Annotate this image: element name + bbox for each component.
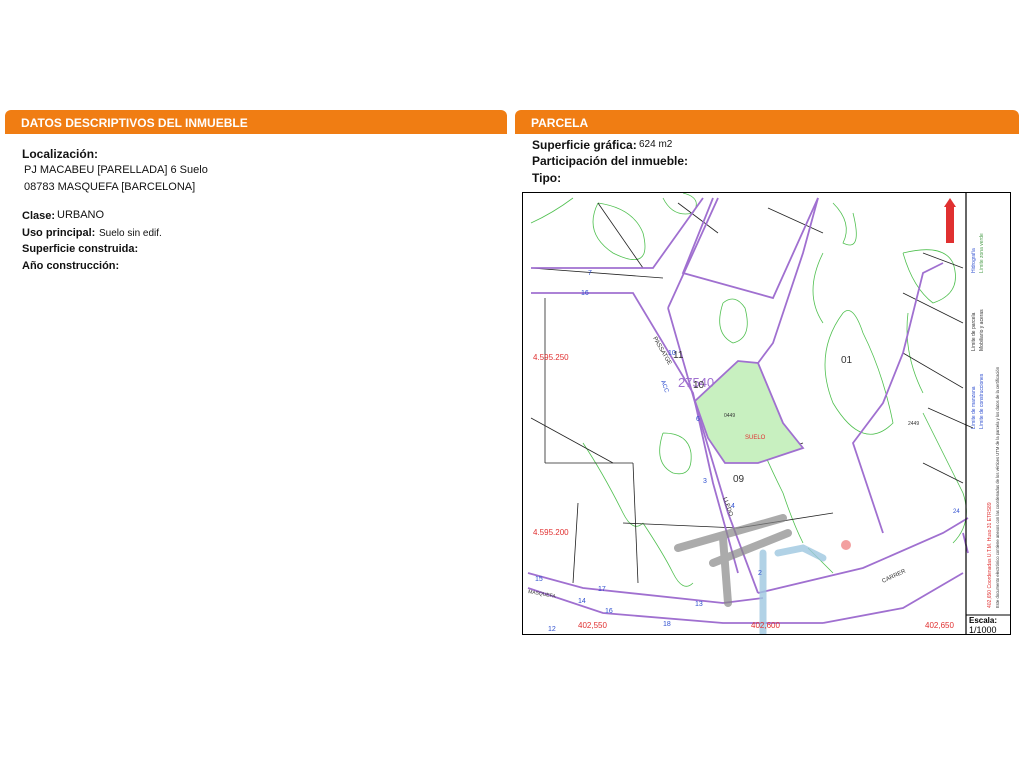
- marker-dot: [841, 540, 851, 550]
- street-number-14: 14: [578, 598, 586, 605]
- street-number-13: 13: [695, 601, 703, 608]
- parcel-code-a: 0449: [724, 413, 735, 419]
- uso-label: Uso principal:: [22, 227, 96, 239]
- superficie-grafica-label: Superficie gráfica:: [532, 138, 637, 152]
- street-acc: ACC: [659, 380, 669, 395]
- legend-limite-zona-verde: Límite zona verde: [979, 233, 985, 273]
- section-header-underline: [515, 132, 1019, 134]
- street-number-3: 3: [703, 478, 707, 485]
- y-coord-1: 4.595.250: [533, 353, 569, 362]
- legend-limite-parcela: Límite de parcela: [971, 312, 977, 351]
- clase-value: URBANO: [57, 209, 105, 221]
- street-carrer: CARRER: [881, 568, 907, 584]
- street-number-6: 6: [696, 416, 700, 423]
- escala-label: Escala:: [969, 616, 997, 625]
- escala-value: 1/1000: [969, 625, 997, 635]
- street-number-16: 16: [581, 290, 589, 297]
- street-number-2: 2: [758, 570, 762, 577]
- legend-limite-manzana: Límite de manzana: [971, 386, 977, 429]
- anio-construccion-label: Año construcción:: [22, 260, 120, 272]
- cadastral-map[interactable]: 27540 10 11 09 01 0449 2449 SUELO PASSAT…: [522, 192, 1011, 635]
- legend-coords: 402,650 Coordenadas U.T.M. Huso 31 ETRS8…: [987, 502, 993, 608]
- superficie-grafica-value: 624 m2: [639, 139, 673, 150]
- x-coord-1: 402,550: [578, 621, 607, 630]
- street-number-12: 12: [548, 626, 556, 633]
- legend-limite-construcciones: Límite de construcciones: [979, 373, 985, 429]
- clase-label: Clase:: [22, 210, 56, 222]
- parcel-01: 01: [841, 355, 853, 366]
- y-coord-2: 4.595.200: [533, 528, 569, 537]
- north-arrow-icon: [944, 198, 956, 243]
- x-coord-2: 402,600: [751, 621, 780, 630]
- superficie-construida-label: Superficie construida:: [22, 243, 139, 255]
- uso-value: Suelo sin edif.: [99, 228, 162, 239]
- legend-note: Este documento electrónico contiene anex…: [995, 366, 1000, 608]
- section-header-underline: [5, 132, 507, 134]
- street-number-18: 18: [663, 621, 671, 628]
- localizacion-label: Localización:: [22, 147, 99, 161]
- parcel-09: 09: [733, 474, 745, 485]
- tipo-label: Tipo:: [532, 171, 562, 185]
- legend: Límite de manzana Límite de parcela Hidr…: [971, 233, 1000, 608]
- address-line1: PJ MACABEU [PARELLADA] 6 Suelo: [24, 164, 208, 176]
- participacion-label: Participación del inmueble:: [532, 154, 689, 168]
- section-header-datos: DATOS DESCRIPTIVOS DEL INMUEBLE: [5, 110, 507, 134]
- street-number-10: 10: [668, 350, 676, 357]
- legend-hidrografia: Hidrografía: [971, 248, 977, 273]
- street-number-16b: 16: [605, 608, 613, 615]
- parcel-code-c: 2449: [908, 421, 919, 427]
- section-header-parcela: PARCELA: [515, 110, 1019, 134]
- parcel-10: 10: [693, 380, 705, 391]
- x-coord-3: 402,650: [925, 621, 954, 630]
- legend-mobiliario: Mobiliario y aceras: [979, 309, 985, 351]
- street-number-24: 24: [953, 509, 960, 515]
- address-line2: 08783 MASQUEFA [BARCELONA]: [24, 181, 196, 193]
- street-number-4: 4: [731, 503, 735, 510]
- street-number-7: 7: [588, 270, 592, 277]
- suelo-label: SUELO: [745, 435, 766, 441]
- street-inferior: MASQUEFA: [528, 589, 557, 600]
- street-number-17: 17: [598, 586, 606, 593]
- street-number-15: 15: [535, 576, 543, 583]
